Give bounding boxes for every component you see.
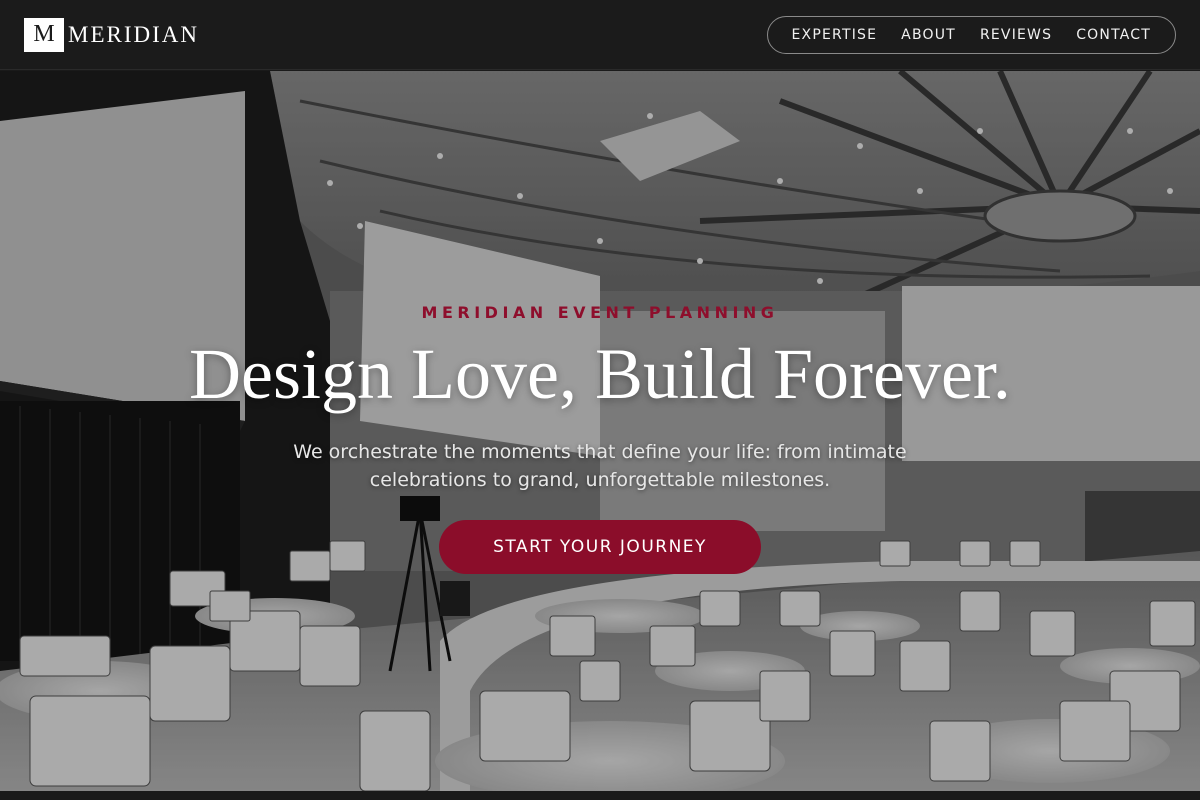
nav-about[interactable]: ABOUT — [889, 27, 968, 43]
page-bottom-edge — [0, 791, 1200, 800]
nav-contact[interactable]: CONTACT — [1064, 27, 1163, 43]
nav-reviews[interactable]: REVIEWS — [968, 27, 1064, 43]
site-header: M MERIDIAN EXPERTISE ABOUT REVIEWS CONTA… — [0, 0, 1200, 70]
hero-content: MERIDIAN EVENT PLANNING Design Love, Bui… — [0, 71, 1200, 791]
logo[interactable]: M MERIDIAN — [24, 17, 199, 52]
hero-section: MERIDIAN EVENT PLANNING Design Love, Bui… — [0, 71, 1200, 791]
hero-headline: Design Love, Build Forever. — [189, 334, 1011, 414]
main-nav: EXPERTISE ABOUT REVIEWS CONTACT — [766, 15, 1176, 54]
logo-mark: M — [24, 17, 64, 52]
hero-eyebrow: MERIDIAN EVENT PLANNING — [421, 303, 779, 322]
nav-expertise[interactable]: EXPERTISE — [780, 27, 890, 43]
hero-subtext: We orchestrate the moments that define y… — [293, 441, 907, 491]
logo-text: MERIDIAN — [68, 21, 199, 47]
start-journey-button[interactable]: START YOUR JOURNEY — [439, 520, 761, 574]
